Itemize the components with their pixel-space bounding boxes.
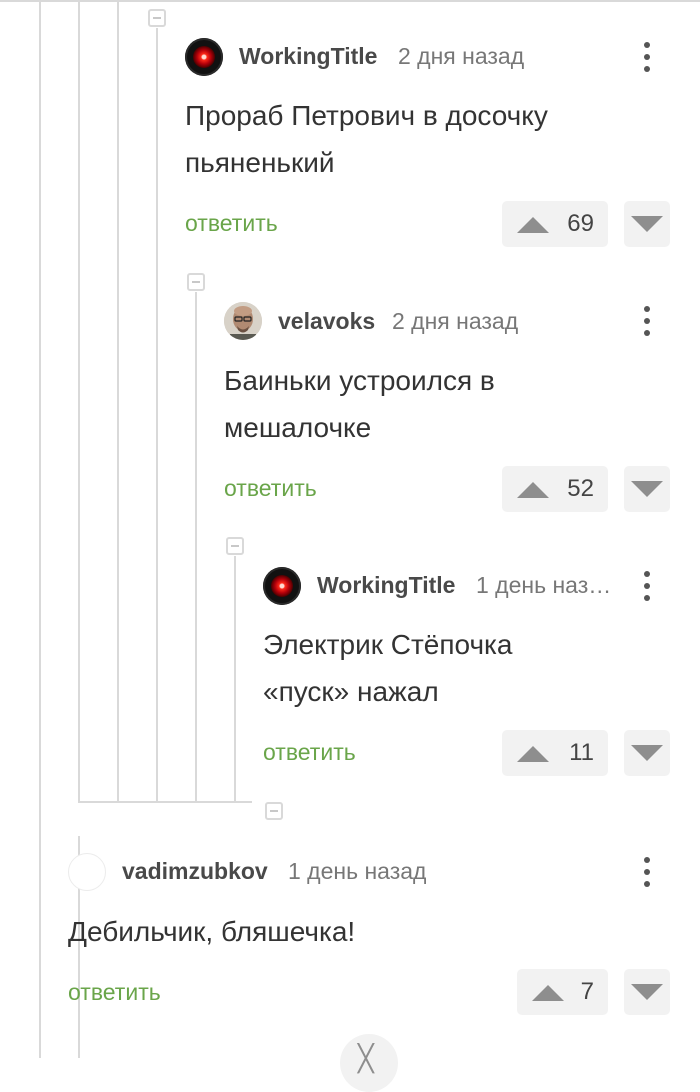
downvote-button[interactable]: [624, 201, 670, 247]
thread-line: [156, 28, 158, 803]
kebab-menu-icon[interactable]: [635, 40, 659, 74]
down-arrow-icon: [631, 481, 663, 497]
comment-text-line: мешалочке: [224, 412, 372, 443]
upvote-button[interactable]: 7: [517, 969, 608, 1015]
show-more-button[interactable]: ╳: [340, 1034, 398, 1092]
up-arrow-icon: [517, 482, 549, 498]
reply-link[interactable]: ответить: [263, 739, 356, 766]
comment-text-line: «пуск» нажал: [263, 676, 439, 707]
reply-link[interactable]: ответить: [224, 475, 317, 502]
up-arrow-icon: [517, 217, 549, 233]
up-arrow-icon: [532, 985, 564, 1001]
comment-text-line: Баиньки устроился в: [224, 365, 495, 396]
thread-line: [39, 0, 41, 1058]
collapse-icon[interactable]: [265, 802, 283, 820]
comment-text-line: Прораб Петрович в досочку: [185, 100, 548, 131]
vote-score: 69: [567, 210, 594, 237]
down-arrow-icon: [631, 216, 663, 232]
thread-line: [78, 801, 252, 803]
reply-link[interactable]: ответить: [185, 210, 278, 237]
comment-author[interactable]: vadimzubkov: [122, 858, 268, 885]
vote-score: 11: [569, 739, 594, 766]
thread-line: [78, 0, 80, 803]
vote-score: 7: [580, 978, 594, 1005]
comment-text-line: пьяненький: [185, 147, 335, 178]
down-arrow-icon: [631, 984, 663, 1000]
comment-time: 1 день назад: [288, 858, 427, 884]
collapse-icon[interactable]: [148, 9, 166, 27]
comment-author[interactable]: WorkingTitle: [239, 43, 377, 70]
avatar[interactable]: [224, 302, 262, 340]
downvote-button[interactable]: [624, 466, 670, 512]
avatar[interactable]: [185, 38, 223, 76]
upvote-button[interactable]: 52: [502, 466, 608, 512]
kebab-menu-icon[interactable]: [635, 304, 659, 338]
comment-author[interactable]: velavoks: [278, 308, 375, 335]
upvote-button[interactable]: 69: [502, 201, 608, 247]
chevron-down-icon: ╳: [358, 1044, 374, 1074]
collapse-icon[interactable]: [187, 273, 205, 291]
downvote-button[interactable]: [624, 730, 670, 776]
avatar[interactable]: [68, 853, 106, 891]
down-arrow-icon: [631, 745, 663, 761]
comment-text-line: Дебильчик, бляшечка!: [68, 916, 356, 947]
kebab-menu-icon[interactable]: [635, 569, 659, 603]
thread-line: [234, 556, 236, 803]
downvote-button[interactable]: [624, 969, 670, 1015]
comment-time: 2 дня назад: [398, 43, 525, 69]
reply-link[interactable]: ответить: [68, 979, 161, 1006]
comment-author[interactable]: WorkingTitle: [317, 572, 455, 599]
thread-line: [195, 292, 197, 803]
collapse-icon[interactable]: [226, 537, 244, 555]
bald-man-avatar-icon: [224, 302, 262, 340]
top-divider: [0, 0, 700, 2]
up-arrow-icon: [517, 746, 549, 762]
avatar[interactable]: [263, 567, 301, 605]
comment-text-line: Электрик Стёпочка: [263, 629, 513, 660]
thread-line: [117, 0, 119, 803]
comment-time: 2 дня назад: [392, 308, 519, 334]
kebab-menu-icon[interactable]: [635, 855, 659, 889]
comment-time: 1 день наз…: [476, 572, 612, 598]
vote-score: 52: [567, 475, 594, 502]
upvote-button[interactable]: 11: [502, 730, 608, 776]
